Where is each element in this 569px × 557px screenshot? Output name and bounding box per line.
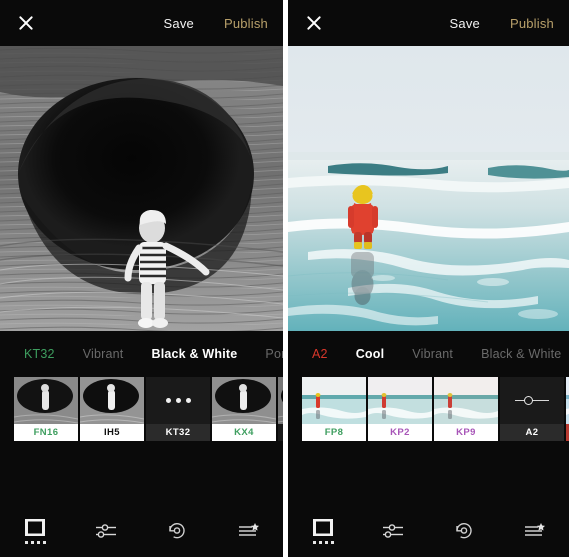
thumbnail-label: KP9	[434, 424, 498, 441]
thumb-beach-icon	[302, 377, 366, 424]
editor-panel-left: Save Publish KT32 Vibrant Black & White …	[0, 0, 283, 557]
filter-thumbnail[interactable]: KP9	[434, 377, 498, 441]
thumbnail-image	[80, 377, 144, 424]
filter-name-item[interactable]: Vibrant	[69, 347, 138, 361]
slider-adjust-icon	[500, 377, 564, 424]
save-button[interactable]: Save	[162, 12, 196, 35]
thumb-stump-icon	[212, 377, 276, 424]
photo-preview[interactable]	[0, 46, 283, 331]
save-button[interactable]: Save	[448, 12, 482, 35]
frame-icon	[313, 519, 334, 536]
filter-name-item[interactable]: Portrait	[251, 347, 283, 361]
filter-name-item[interactable]: Vibrant	[398, 347, 467, 361]
photo-preview[interactable]	[288, 46, 569, 331]
thumb-beach-icon	[368, 377, 432, 424]
filter-thumbnail[interactable]: KX4	[212, 377, 276, 441]
close-icon[interactable]	[16, 13, 36, 33]
filter-thumbnail[interactable]: KP2	[368, 377, 432, 441]
thumbnail-label: A2	[500, 424, 564, 441]
publish-button[interactable]: Publish	[222, 12, 270, 35]
thumbnail-image	[278, 377, 283, 424]
filter-name-strip[interactable]: A2 Cool Vibrant Black & White Portra	[288, 331, 569, 377]
thumbnail-image	[302, 377, 366, 424]
presets-star-icon	[524, 523, 545, 536]
thumbnail-image	[434, 377, 498, 424]
more-options-icon	[146, 377, 210, 424]
thumb-stump-icon	[14, 377, 78, 424]
thumbnail-label: KT32	[146, 424, 210, 441]
thumbnail-image	[500, 377, 564, 424]
page-indicator-dots	[24, 541, 46, 544]
filter-name-strip[interactable]: KT32 Vibrant Black & White Portrait Nat	[0, 331, 283, 377]
filter-thumbnail-strip[interactable]: FP8 KP2 KP9 A2	[288, 377, 569, 441]
undo-history-icon	[169, 522, 185, 539]
thumb-stump-icon	[80, 377, 144, 424]
filter-name-item[interactable]: A2	[298, 347, 342, 361]
editor-panel-right: Save Publish A2 Cool Vibrant Black & Whi…	[288, 0, 569, 557]
thumbnail-label: KP2	[368, 424, 432, 441]
filter-thumbnail-strip[interactable]: FN16 IH5 KT32 KX4	[0, 377, 283, 441]
thumbnail-image	[368, 377, 432, 424]
thumbnail-image	[14, 377, 78, 424]
thumbnail-label: IH5	[80, 424, 144, 441]
close-icon[interactable]	[304, 13, 324, 33]
filter-name-item[interactable]: Black & White	[467, 347, 569, 361]
thumbnail-label: FP8	[302, 424, 366, 441]
tab-history[interactable]	[429, 505, 499, 557]
filter-thumbnail-more[interactable]: KT32	[146, 377, 210, 441]
bottom-toolbar[interactable]	[0, 505, 283, 557]
thumbnail-image	[212, 377, 276, 424]
thumbnail-label: KX4	[212, 424, 276, 441]
filter-name-item-selected[interactable]: Cool	[342, 347, 399, 361]
thumb-beach-icon	[434, 377, 498, 424]
top-bar: Save Publish	[0, 0, 283, 46]
filter-thumbnail[interactable]: IH5	[80, 377, 144, 441]
thumbnail-label: 01	[278, 424, 283, 441]
tab-adjust[interactable]	[358, 505, 428, 557]
filter-name-item-selected[interactable]: Black & White	[137, 347, 251, 361]
sliders-icon	[96, 524, 117, 538]
tab-presets[interactable]	[212, 505, 283, 557]
page-indicator-dots	[312, 541, 334, 544]
filter-thumbnail[interactable]: 01	[278, 377, 283, 441]
thumbnail-image	[146, 377, 210, 424]
thumb-stump-icon	[278, 377, 283, 424]
photo-stump-bw	[0, 46, 283, 331]
presets-star-icon	[238, 523, 259, 536]
tab-filters[interactable]	[0, 505, 71, 557]
filter-thumbnail[interactable]: FN16	[14, 377, 78, 441]
sliders-icon	[383, 524, 404, 538]
top-bar: Save Publish	[288, 0, 569, 46]
bottom-toolbar[interactable]	[288, 505, 569, 557]
tab-adjust[interactable]	[71, 505, 142, 557]
thumbnail-label: FN16	[14, 424, 78, 441]
undo-history-icon	[455, 522, 472, 539]
frame-icon	[25, 519, 46, 536]
tab-history[interactable]	[142, 505, 213, 557]
filter-thumbnail-adjust[interactable]: A2	[500, 377, 564, 441]
editor-dual-view: Save Publish KT32 Vibrant Black & White …	[0, 0, 569, 557]
filter-thumbnail[interactable]: FP8	[302, 377, 366, 441]
photo-beach-child	[288, 46, 569, 331]
tab-presets[interactable]	[499, 505, 569, 557]
publish-button[interactable]: Publish	[508, 12, 556, 35]
filter-name-item[interactable]: KT32	[10, 347, 69, 361]
tab-filters[interactable]	[288, 505, 358, 557]
